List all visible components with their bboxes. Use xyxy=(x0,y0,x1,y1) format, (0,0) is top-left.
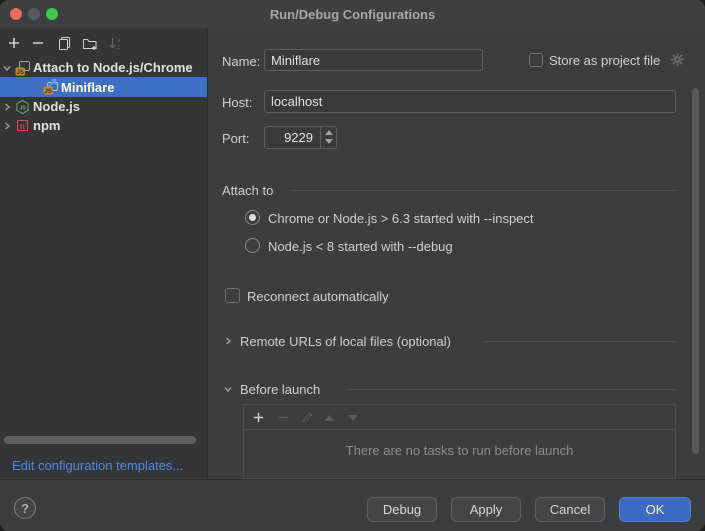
attach-node-icon: JS xyxy=(14,60,31,76)
host-input[interactable] xyxy=(264,90,676,113)
no-tasks-message: There are no tasks to run before launch xyxy=(244,443,675,458)
host-label: Host: xyxy=(222,95,252,110)
before-launch-section-label: Before launch xyxy=(240,382,320,397)
edit-task-button[interactable] xyxy=(299,409,316,426)
tree-item-npm[interactable]: n npm xyxy=(0,116,207,135)
npm-icon: n xyxy=(14,118,31,133)
svg-text:JS: JS xyxy=(16,70,23,76)
radio-selected-dot xyxy=(249,214,256,221)
chevron-right-icon[interactable] xyxy=(0,121,14,131)
section-divider xyxy=(291,190,676,191)
name-label: Name: xyxy=(222,54,260,69)
attach-node-run-icon: JS xyxy=(42,79,59,95)
section-divider xyxy=(346,389,676,390)
svg-text:n: n xyxy=(20,122,25,131)
tree-item-nodejs[interactable]: JS Node.js xyxy=(0,97,207,116)
port-stepper xyxy=(320,127,337,148)
stepper-down-icon[interactable] xyxy=(325,139,333,144)
dialog-title: Run/Debug Configurations xyxy=(0,7,705,22)
radio-chrome-inspect-label: Chrome or Node.js > 6.3 started with --i… xyxy=(268,211,534,226)
remove-icon xyxy=(277,411,290,424)
chevron-right-icon xyxy=(222,335,234,347)
edit-configuration-templates-link[interactable]: Edit configuration templates... xyxy=(12,458,183,473)
run-debug-configurations-dialog: Run/Debug Configurations a z xyxy=(0,0,705,531)
remote-urls-section-header[interactable]: Remote URLs of local files (optional) xyxy=(222,333,676,349)
svg-text:JS: JS xyxy=(44,89,51,95)
section-divider xyxy=(484,341,676,342)
nodejs-icon: JS xyxy=(14,99,31,115)
chevron-right-icon[interactable] xyxy=(0,102,14,112)
attach-to-section-title: Attach to xyxy=(222,183,273,198)
move-task-down-button[interactable] xyxy=(344,409,361,426)
move-task-up-button[interactable] xyxy=(320,409,337,426)
tree-item-attach-to-nodejs-chrome[interactable]: JS Attach to Node.js/Chrome xyxy=(0,58,207,77)
cancel-button[interactable]: Cancel xyxy=(535,497,605,522)
edit-icon xyxy=(301,411,314,424)
tree-item-label: Node.js xyxy=(33,99,80,114)
add-icon xyxy=(7,36,21,50)
store-as-project-file-checkbox[interactable] xyxy=(529,53,543,67)
radio-chrome-inspect[interactable] xyxy=(245,210,260,225)
svg-text:z: z xyxy=(117,45,120,51)
stepper-up-icon[interactable] xyxy=(325,130,333,135)
remote-urls-section-label: Remote URLs of local files (optional) xyxy=(240,334,451,349)
apply-button[interactable]: Apply xyxy=(451,497,521,522)
remove-icon xyxy=(31,36,45,50)
new-folder-button[interactable] xyxy=(81,34,99,52)
tree-item-label: npm xyxy=(33,118,60,133)
svg-text:JS: JS xyxy=(19,105,26,111)
horizontal-scrollbar[interactable] xyxy=(4,436,196,444)
add-icon xyxy=(252,411,265,424)
before-launch-section-header[interactable]: Before launch xyxy=(222,381,676,397)
remove-configuration-button[interactable] xyxy=(29,34,47,52)
add-configuration-button[interactable] xyxy=(5,34,23,52)
radio-node-debug-label: Node.js < 8 started with --debug xyxy=(268,239,453,254)
tree-item-label: Attach to Node.js/Chrome xyxy=(33,60,193,75)
svg-text:a: a xyxy=(117,38,121,44)
help-button[interactable]: ? xyxy=(14,497,36,519)
radio-node-debug[interactable] xyxy=(245,238,260,253)
before-launch-task-panel: There are no tasks to run before launch xyxy=(243,404,676,479)
chevron-down-icon[interactable] xyxy=(0,63,14,73)
sort-configurations-button[interactable]: a z xyxy=(106,34,124,52)
move-down-icon xyxy=(348,415,358,421)
copy-icon xyxy=(57,36,72,51)
reconnect-automatically-checkbox[interactable] xyxy=(225,288,240,303)
sort-icon: a z xyxy=(108,36,123,51)
tree-item-label: Miniflare xyxy=(61,80,114,95)
chevron-down-icon xyxy=(222,383,234,395)
port-label: Port: xyxy=(222,131,249,146)
task-panel-toolbar xyxy=(244,405,675,430)
gear-icon[interactable] xyxy=(670,52,685,72)
configuration-form: Name: Store as project file Host: Port: … xyxy=(208,28,705,479)
tree-item-miniflare[interactable]: JS Miniflare xyxy=(0,77,207,97)
dialog-footer: ? Debug Apply Cancel OK xyxy=(0,479,705,531)
vertical-scrollbar[interactable] xyxy=(692,88,699,454)
remove-task-button[interactable] xyxy=(275,409,292,426)
store-as-project-file-label: Store as project file xyxy=(549,53,660,68)
reconnect-automatically-label: Reconnect automatically xyxy=(247,289,389,304)
new-folder-icon xyxy=(82,36,98,51)
copy-configuration-button[interactable] xyxy=(55,34,73,52)
debug-button[interactable]: Debug xyxy=(367,497,437,522)
configurations-sidebar: a z JS Attach to Node.js/Chrome xyxy=(0,28,208,478)
title-bar: Run/Debug Configurations xyxy=(0,0,705,28)
ok-button[interactable]: OK xyxy=(619,497,691,522)
name-input[interactable] xyxy=(264,49,483,71)
move-up-icon xyxy=(324,415,334,421)
add-task-button[interactable] xyxy=(250,409,267,426)
